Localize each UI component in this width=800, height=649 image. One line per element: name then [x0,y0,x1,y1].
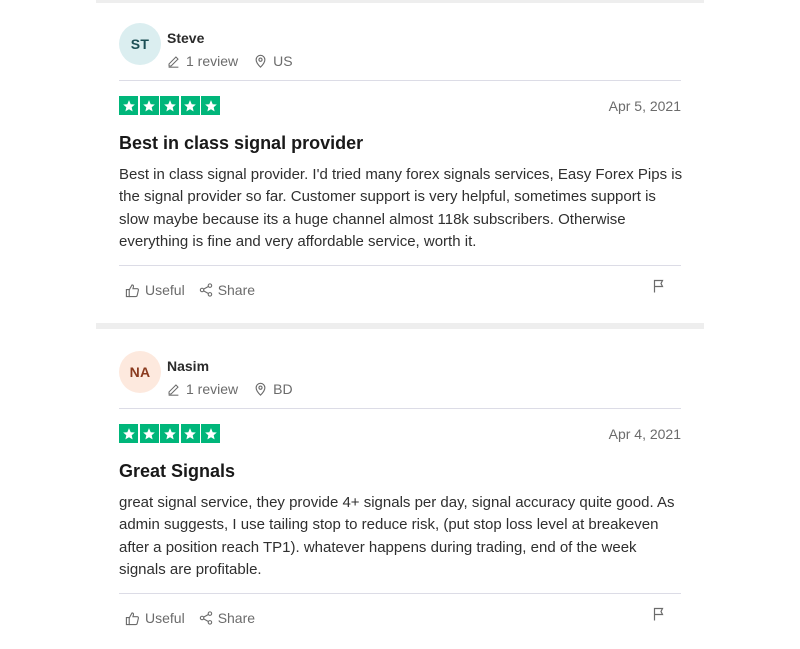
review-card: NA Nasim 1 review BD Apr 4, 2021 Great S… [96,331,704,649]
reviewer-meta: 1 review US [167,53,309,69]
share-button[interactable]: Share [199,610,255,626]
share-button[interactable]: Share [199,282,255,298]
review-date: Apr 5, 2021 [608,98,681,114]
thumbs-up-icon [125,283,140,297]
review-card: ST Steve 1 review US Apr 5, 2021 Best in… [96,3,704,325]
report-flag-button[interactable] [653,607,665,626]
card-divider [119,80,681,81]
star-icon [160,424,179,443]
star-icon [180,96,200,115]
review-title[interactable]: Best in class signal provider [119,133,363,154]
star-rating [119,96,222,115]
star-icon [201,96,220,115]
card-divider [119,593,681,594]
share-icon [199,611,212,625]
star-icon [119,96,138,115]
star-icon [139,424,159,443]
review-count: 1 review [167,381,238,397]
review-count-label: 1 review [186,381,239,397]
pencil-icon [168,55,179,68]
star-icon [139,96,159,115]
pencil-icon [168,383,179,396]
review-body: Best in class signal provider. I'd tried… [119,166,683,250]
review-count-label: 1 review [186,53,239,69]
location-pin-icon [255,382,266,396]
review-title[interactable]: Great Signals [119,461,235,482]
reviewer-name[interactable]: Nasim [167,358,209,374]
useful-button[interactable]: Useful [125,282,185,298]
reviewer-location: BD [254,381,293,397]
reviewer-meta: 1 review BD [167,381,309,397]
star-icon [119,424,138,443]
star-icon [180,424,200,443]
location-pin-icon [255,54,266,68]
report-flag-button[interactable] [653,279,665,298]
card-divider [119,265,681,266]
star-icon [201,424,220,443]
useful-button[interactable]: Useful [125,610,185,626]
share-label: Share [217,610,256,626]
share-icon [199,283,212,297]
star-icon [160,96,179,115]
avatar[interactable]: NA [119,351,161,393]
thumbs-up-icon [125,611,140,625]
avatar-initials: NA [129,364,151,380]
review-divider-band [96,323,704,329]
useful-label: Useful [145,282,185,298]
avatar-initials: ST [130,36,150,52]
review-actions: Useful Share [125,610,269,626]
flag-icon [653,607,664,621]
country-label: US [273,53,293,69]
reviewer-location: US [254,53,293,69]
country-label: BD [273,381,293,397]
review-count: 1 review [167,53,238,69]
share-label: Share [217,282,256,298]
review-date: Apr 4, 2021 [608,426,681,442]
card-divider [119,408,681,409]
review-body: great signal service, they provide 4+ si… [119,494,675,578]
avatar[interactable]: ST [119,23,161,65]
star-rating [119,424,222,443]
flag-icon [653,279,664,293]
useful-label: Useful [145,610,185,626]
reviewer-name[interactable]: Steve [167,30,204,46]
review-actions: Useful Share [125,282,269,298]
